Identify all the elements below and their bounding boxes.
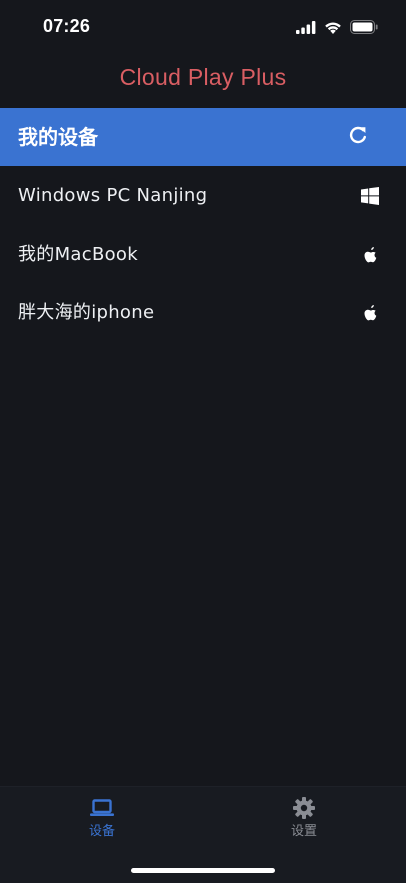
battery-icon xyxy=(350,19,378,38)
apple-icon xyxy=(361,303,379,323)
apple-icon xyxy=(361,245,379,265)
gear-icon xyxy=(290,795,318,821)
home-indicator[interactable] xyxy=(131,868,275,873)
device-item[interactable]: 我的MacBook xyxy=(0,225,406,284)
nav-label-settings: 设置 xyxy=(290,824,317,839)
nav-tab-devices[interactable]: 设备 xyxy=(42,795,162,851)
status-icons xyxy=(296,19,378,38)
nav-label-devices: 设备 xyxy=(88,824,115,839)
status-bar: 07:26 xyxy=(0,0,406,54)
devices-section-header: 我的设备 xyxy=(0,108,406,166)
cellular-signal-icon xyxy=(296,19,316,38)
nav-tab-settings[interactable]: 设置 xyxy=(244,795,364,851)
device-name: Windows PC Nanjing xyxy=(18,185,208,206)
windows-icon xyxy=(361,186,379,206)
app-screen: 07:26 Cloud Play Plus 我的设备 Windows PC Na… xyxy=(0,0,406,883)
refresh-icon xyxy=(348,125,368,149)
device-item[interactable]: 胖大海的iphone xyxy=(0,283,406,342)
device-item[interactable]: Windows PC Nanjing xyxy=(0,166,406,225)
device-name: 我的MacBook xyxy=(18,243,138,265)
wifi-icon xyxy=(324,19,342,38)
refresh-button[interactable] xyxy=(346,125,370,149)
app-title: Cloud Play Plus xyxy=(119,64,287,90)
status-time: 07:26 xyxy=(43,16,91,36)
device-name: 胖大海的iphone xyxy=(18,302,155,323)
laptop-icon xyxy=(88,795,116,821)
device-list: Windows PC Nanjing 我的MacBook 胖大海的iphone xyxy=(0,166,406,342)
section-title: 我的设备 xyxy=(18,125,98,149)
